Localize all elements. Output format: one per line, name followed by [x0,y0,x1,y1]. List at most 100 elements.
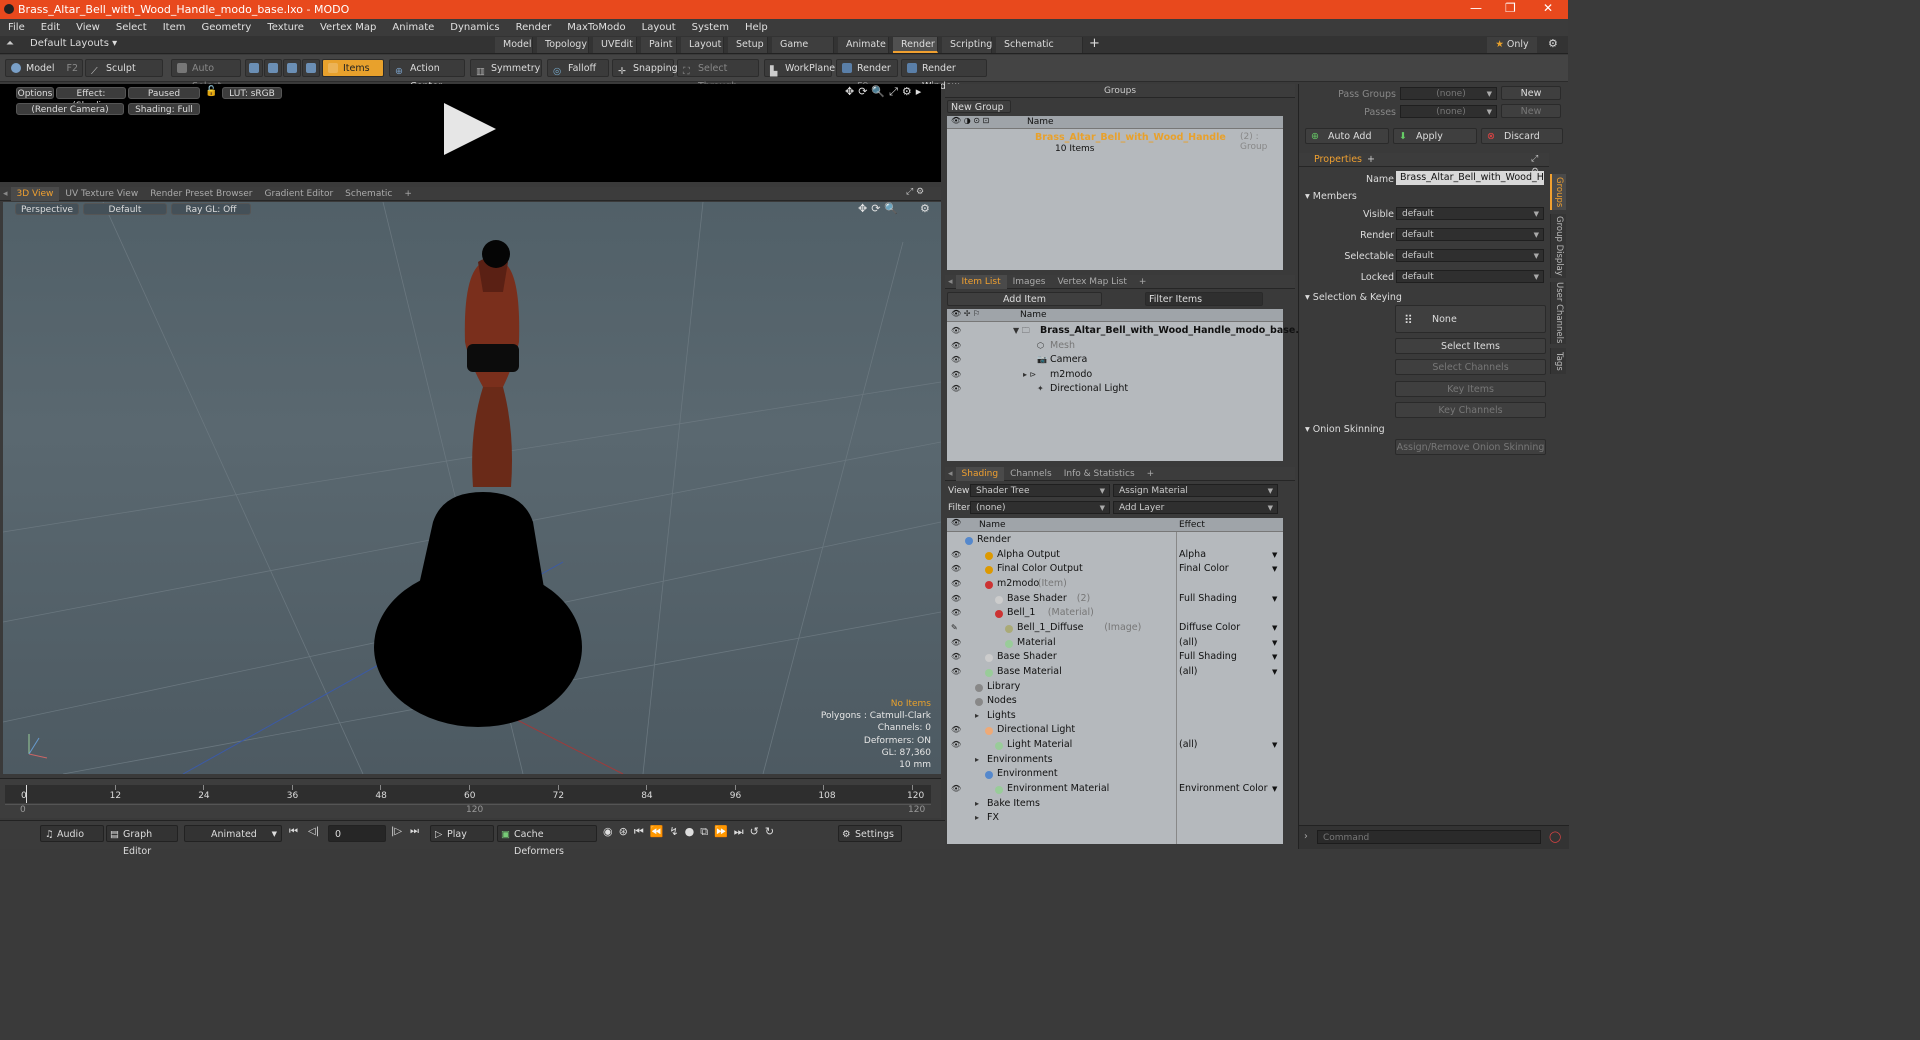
view-dropdown[interactable]: Shader Tree [970,484,1110,498]
model-button[interactable]: Model F2 [5,59,83,77]
list-item[interactable]: 👁 ▼ 🗀 Brass_Altar_Bell_with_Wood_Handle_mo… [947,324,1306,339]
first-frame-icon[interactable]: ⏮ [289,826,298,837]
item-list[interactable]: 👁 ✢ ⚐ Name 👁 ▼ 🗀 Brass_Altar_Bell_with_Woo… [947,309,1306,461]
shader-row[interactable]: 👁 Environment Material Environment Color ▼ [947,782,1283,797]
auto-add-button[interactable]: ⊕ Auto Add [1305,128,1389,144]
side-tab-group-display[interactable]: Group Display [1550,214,1566,278]
select-items-button[interactable]: Select Items [1395,338,1546,354]
vertices-mode-button[interactable] [245,59,263,77]
layouts-dropdown[interactable]: Default Layouts ▾ [30,38,117,49]
properties-tab[interactable]: Properties [1314,153,1362,167]
groups-list[interactable]: 👁 ◑ ⊙ ⊡ Name Brass_Altar_Bell_with_Wood_… [947,116,1283,270]
shader-row[interactable]: Library [947,680,1283,695]
shader-effect[interactable]: (all) [1179,738,1198,753]
viewport-tab-render-preset-browser[interactable]: Render Preset Browser [144,187,258,201]
cache-deformers-button[interactable]: ▣ Cache Deformers [497,825,597,857]
polygons-mode-button[interactable] [283,59,301,77]
perspective-dropdown[interactable]: Perspective [15,203,79,215]
chevron-down-icon[interactable]: ▼ [1272,621,1277,636]
new-group-button[interactable]: New Group [947,100,1011,113]
restore-icon[interactable]: ❐ [1505,1,1516,15]
selection-keying-section[interactable]: ▾ Selection & Keying [1305,292,1402,303]
visibility-eye-icon[interactable]: 👁 [951,738,961,753]
pass-groups-dropdown[interactable]: (none) [1400,87,1497,101]
layout-tab-game-tools[interactable]: Game Tools [772,37,834,66]
render-button[interactable]: Render F9 [836,59,898,92]
next-frame-icon[interactable]: |▷ [391,826,402,837]
shading-dropdown[interactable]: Shading: Full [128,103,200,115]
timeline[interactable]: 0 12 24 36 48 60 72 84 96 108 120 0 120 120 [0,778,941,818]
shading-tab-channels[interactable]: Channels [1004,467,1058,481]
paused-button[interactable]: Paused [128,87,200,99]
itemlist-grip-icon[interactable]: ◂ [945,275,956,289]
timeline-playhead[interactable] [26,785,27,803]
viewport-tab-uv-texture-view[interactable]: UV Texture View [59,187,144,201]
list-item[interactable]: 👁 ✦ Directional Light [947,382,1283,397]
shader-row[interactable]: 👁 Base Shader Full Shading ▼ [947,650,1283,665]
layout-tab-animate[interactable]: Animate [838,37,889,53]
sculpt-button[interactable]: ⟋ Sculpt [85,59,163,77]
shader-row[interactable]: 👁 m2modo (Item) [947,577,1283,592]
shading-grip-icon[interactable]: ◂ [945,467,956,481]
play-button[interactable]: ▷ Play [430,825,494,842]
chevron-down-icon[interactable]: ▼ [1272,738,1277,753]
visibility-eye-icon[interactable]: 👁 [951,368,961,383]
close-icon[interactable]: ✕ [1543,1,1553,15]
viewport-tab-tools-icons[interactable]: ⤢ ⚙ [906,187,924,197]
layout-tab-layout[interactable]: Layout [681,37,724,53]
raygl-dropdown[interactable]: Ray GL: Off [171,203,251,215]
visibility-eye-icon[interactable]: 👁 [951,382,961,397]
select-through-button[interactable]: ⛶Select Through [677,59,759,92]
prev-frame-icon[interactable]: ◁| [308,826,319,837]
snapping-button[interactable]: ✛ Snapping [612,59,678,77]
group-row[interactable]: Brass_Altar_Bell_with_Wood_Handle (2) : … [947,130,1283,156]
falloff-button[interactable]: ◎ Falloff [547,59,609,77]
menu-vertex-map[interactable]: Vertex Map [312,19,384,36]
workplane-button[interactable]: ▙ WorkPlane [764,59,835,77]
shader-effect[interactable]: Full Shading [1179,592,1237,607]
shader-effect[interactable]: Diffuse Color [1179,621,1240,636]
visibility-eye-icon[interactable]: 👁 [951,606,961,621]
render-window-button[interactable]: Render Window [901,59,987,92]
graph-editor-button[interactable]: ▤ Graph Editor [106,825,178,857]
shader-effect[interactable]: Environment Color [1179,782,1267,797]
viewport-add-tab-icon[interactable]: + [398,187,418,201]
shader-effect[interactable]: Alpha [1179,548,1206,563]
shader-row[interactable]: 👁 Alpha Output Alpha ▼ [947,548,1283,563]
viewport-tab-gradient-editor[interactable]: Gradient Editor [258,187,339,201]
settings-button[interactable]: ⚙ Settings [838,825,902,842]
viewport-nav-icons[interactable]: ✥⟳🔍 [858,202,902,215]
menu-view[interactable]: View [68,19,108,36]
apply-button[interactable]: ⬇ Apply [1393,128,1477,144]
visibility-eye-icon[interactable]: 👁 [951,665,961,680]
layout-tab-schematic-fusion[interactable]: Schematic Fusion [996,37,1083,66]
items-mode-button[interactable]: Items [322,59,384,77]
side-tab-user-channels[interactable]: User Channels [1550,282,1566,344]
onion-skinning-section[interactable]: ▾ Onion Skinning [1305,424,1385,435]
itemlist-add-tab-icon[interactable]: + [1133,275,1153,289]
add-layout-tab-icon[interactable]: + [1089,36,1100,51]
shader-row[interactable]: 👁 Directional Light [947,723,1283,738]
last-frame-icon[interactable]: ⏭ [410,826,419,837]
viewport-3d[interactable]: Perspective Default Ray GL: Off ✥⟳🔍 ⚙ No… [3,202,941,774]
layout-tab-paint[interactable]: Paint [641,37,677,53]
passes-dropdown[interactable]: (none) [1400,105,1497,119]
shader-row[interactable]: Render [947,533,1283,548]
menu-item[interactable]: Item [155,19,194,36]
key-channels-button[interactable]: Key Channels [1395,402,1546,418]
shader-row[interactable]: Environment [947,767,1283,782]
chevron-down-icon[interactable]: ▼ [1272,592,1277,607]
chevron-down-icon[interactable]: ▼ [1272,548,1277,563]
chevron-down-icon[interactable]: ▼ [1272,650,1277,665]
list-item[interactable]: 👁 ⬡ Mesh [947,339,1283,354]
filter-dropdown[interactable]: (none) [970,501,1110,515]
name-input[interactable]: Brass_Altar_Bell_with_Wood_Handle [1396,171,1544,185]
new-pass-button[interactable]: New [1501,104,1561,118]
none-button[interactable]: ⠿ None [1395,305,1546,333]
members-section[interactable]: ▾ Members [1305,191,1357,202]
layout-tab-topology[interactable]: Topology [537,37,589,53]
materials-mode-button[interactable] [302,59,320,77]
layout-tab-uvedit[interactable]: UVEdit [593,37,637,53]
menu-edit[interactable]: Edit [33,19,68,36]
visible-dropdown[interactable]: default [1396,207,1544,221]
